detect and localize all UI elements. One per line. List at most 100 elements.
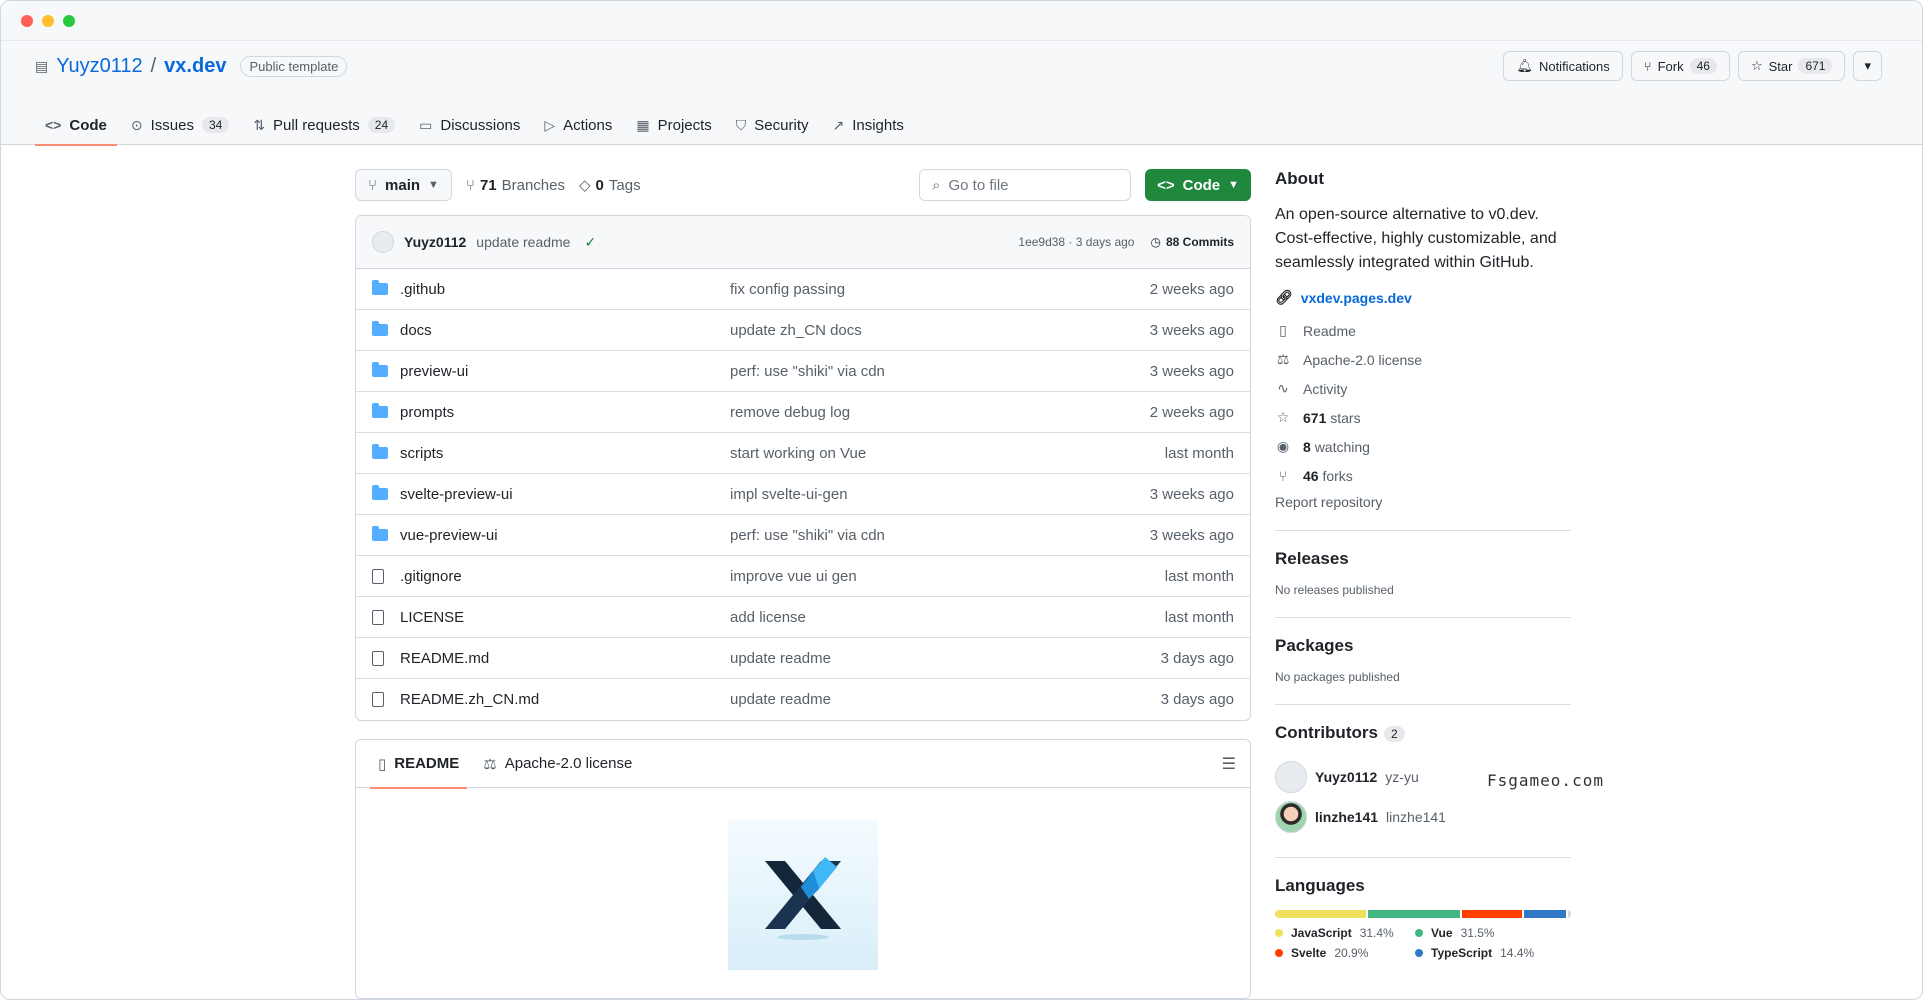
tab-code[interactable]: <> Code: [35, 105, 117, 146]
branch-selector[interactable]: ⑂ main ▼: [355, 169, 452, 201]
check-icon[interactable]: ✓: [584, 234, 596, 251]
tags-link[interactable]: ◇ 0 Tags: [579, 176, 641, 195]
code-dropdown-button[interactable]: <> Code ▼: [1145, 169, 1251, 201]
file-row[interactable]: docs update zh_CN docs 3 weeks ago: [356, 310, 1250, 351]
tags-count: 0: [595, 176, 604, 194]
lang-segment-other: [1568, 910, 1571, 918]
file-time: 2 weeks ago: [1149, 403, 1234, 421]
lang-dot: [1415, 929, 1423, 937]
file-row[interactable]: README.zh_CN.md update readme 3 days ago: [356, 679, 1250, 720]
file-commit-message[interactable]: perf: use "shiki" via cdn: [730, 527, 1150, 544]
file-row[interactable]: scripts start working on Vue last month: [356, 433, 1250, 474]
contributors-label: Contributors: [1275, 723, 1378, 742]
divider: [1275, 857, 1571, 858]
star-button[interactable]: ☆ Star 671: [1737, 51, 1846, 81]
tab-issues[interactable]: ⊙ Issues 34: [121, 105, 239, 145]
file-name[interactable]: svelte-preview-ui: [400, 486, 730, 503]
file-commit-message[interactable]: fix config passing: [730, 281, 1150, 298]
file-row[interactable]: LICENSE add license last month: [356, 597, 1250, 638]
file-name[interactable]: README.zh_CN.md: [400, 691, 730, 708]
file-commit-message[interactable]: update readme: [730, 691, 1161, 708]
packages-heading[interactable]: Packages: [1275, 636, 1571, 656]
tab-license[interactable]: ⚖ Apache-2.0 license: [475, 740, 640, 788]
file-name[interactable]: vue-preview-ui: [400, 527, 730, 544]
zoom-window-button[interactable]: [63, 14, 75, 27]
file-name[interactable]: docs: [400, 322, 730, 339]
commit-message[interactable]: update readme: [476, 234, 570, 250]
file-name[interactable]: preview-ui: [400, 363, 730, 380]
branches-link[interactable]: ⑂ 71 Branches: [466, 177, 565, 194]
file-name[interactable]: .gitignore: [400, 568, 730, 585]
file-commit-message[interactable]: impl svelte-ui-gen: [730, 486, 1150, 503]
forks-link[interactable]: ⑂ 46 forks: [1275, 461, 1571, 490]
star-list-dropdown[interactable]: ▾: [1853, 51, 1882, 81]
file-name[interactable]: prompts: [400, 404, 730, 421]
website-link[interactable]: 🔗︎ vxdev.pages.dev: [1275, 289, 1571, 306]
file-commit-message[interactable]: add license: [730, 609, 1165, 626]
tab-pull-requests[interactable]: ⇅ Pull requests 24: [243, 105, 405, 145]
main-content: ⑂ main ▼ ⑂ 71 Branches ◇ 0 Tags ⌕ Go to …: [355, 169, 1251, 999]
file-commit-message[interactable]: update zh_CN docs: [730, 322, 1150, 339]
stars-label: stars: [1330, 409, 1361, 426]
file-row[interactable]: README.md update readme 3 days ago: [356, 638, 1250, 679]
file-name[interactable]: LICENSE: [400, 609, 730, 626]
contributor-item[interactable]: linzhe141 linzhe141: [1275, 797, 1571, 837]
file-name[interactable]: .github: [400, 281, 730, 298]
commits-link[interactable]: ◷ 88 Commits: [1150, 235, 1234, 249]
go-to-file-input[interactable]: ⌕ Go to file: [919, 169, 1132, 201]
tab-insights[interactable]: ↗ Insights: [822, 105, 913, 145]
file-commit-message[interactable]: start working on Vue: [730, 445, 1165, 462]
file-row[interactable]: svelte-preview-ui impl svelte-ui-gen 3 w…: [356, 474, 1250, 515]
readme-link[interactable]: ▯ Readme: [1275, 316, 1571, 345]
table-icon: ▦: [636, 116, 650, 133]
language-item[interactable]: Svelte 20.9%: [1275, 946, 1415, 960]
tab-actions[interactable]: ▷ Actions: [534, 105, 622, 145]
lang-segment-typescript: [1524, 910, 1567, 918]
file-row[interactable]: preview-ui perf: use "shiki" via cdn 3 w…: [356, 351, 1250, 392]
language-percent: 20.9%: [1334, 946, 1369, 960]
file-name[interactable]: README.md: [400, 650, 730, 667]
license-link[interactable]: ⚖ Apache-2.0 license: [1275, 345, 1571, 374]
avatar[interactable]: [1275, 761, 1307, 793]
file-row[interactable]: .github fix config passing 2 weeks ago: [356, 269, 1250, 310]
folder-shape: [372, 321, 388, 336]
language-item[interactable]: TypeScript 14.4%: [1415, 946, 1565, 960]
avatar[interactable]: [1275, 801, 1307, 833]
avatar[interactable]: [372, 231, 394, 253]
report-repository-link[interactable]: Report repository: [1275, 494, 1571, 510]
watching-link[interactable]: ◉ 8 watching: [1275, 432, 1571, 461]
file-commit-message[interactable]: update readme: [730, 650, 1161, 667]
tab-discussions[interactable]: ▭ Discussions: [409, 105, 530, 145]
language-item[interactable]: Vue 31.5%: [1415, 926, 1565, 940]
watching-text: 8 watching: [1303, 439, 1370, 455]
watching-count: 8: [1303, 438, 1311, 455]
file-row[interactable]: vue-preview-ui perf: use "shiki" via cdn…: [356, 515, 1250, 556]
close-window-button[interactable]: [21, 14, 33, 27]
commit-hash-time[interactable]: 1ee9d38 · 3 days ago: [1018, 235, 1134, 249]
file-name[interactable]: scripts: [400, 445, 730, 462]
file-row[interactable]: .gitignore improve vue ui gen last month: [356, 556, 1250, 597]
repo-tabs: <> Code ⊙ Issues 34 ⇅ Pull requests 24 ▭…: [35, 105, 914, 146]
tab-projects[interactable]: ▦ Projects: [626, 105, 721, 145]
star-count: 671: [1798, 58, 1833, 74]
contributors-heading[interactable]: Contributors 2: [1275, 723, 1571, 743]
list-icon[interactable]: ☰: [1222, 754, 1236, 774]
tab-readme[interactable]: ▯ README: [370, 740, 468, 789]
file-commit-message[interactable]: remove debug log: [730, 404, 1150, 421]
minimize-window-button[interactable]: [42, 14, 54, 27]
notifications-button[interactable]: 🔔︎ Notifications: [1503, 51, 1623, 81]
stars-count: 671: [1303, 409, 1327, 426]
pull-request-icon: ⇅: [253, 116, 266, 133]
file-commit-message[interactable]: perf: use "shiki" via cdn: [730, 363, 1150, 380]
tab-security[interactable]: ⛉ Security: [726, 105, 819, 145]
activity-link[interactable]: ∿ Activity: [1275, 374, 1571, 403]
file-row[interactable]: prompts remove debug log 2 weeks ago: [356, 392, 1250, 433]
fork-button[interactable]: ⑂ Fork 46: [1630, 51, 1730, 81]
repo-name-link[interactable]: vx.dev: [164, 55, 226, 78]
stars-link[interactable]: ☆ 671 stars: [1275, 403, 1571, 432]
repo-owner-link[interactable]: Yuyz0112: [56, 55, 142, 78]
file-commit-message[interactable]: improve vue ui gen: [730, 568, 1165, 585]
commit-author[interactable]: Yuyz0112: [404, 234, 466, 250]
language-item[interactable]: JavaScript 31.4%: [1275, 926, 1415, 940]
releases-heading[interactable]: Releases: [1275, 549, 1571, 569]
